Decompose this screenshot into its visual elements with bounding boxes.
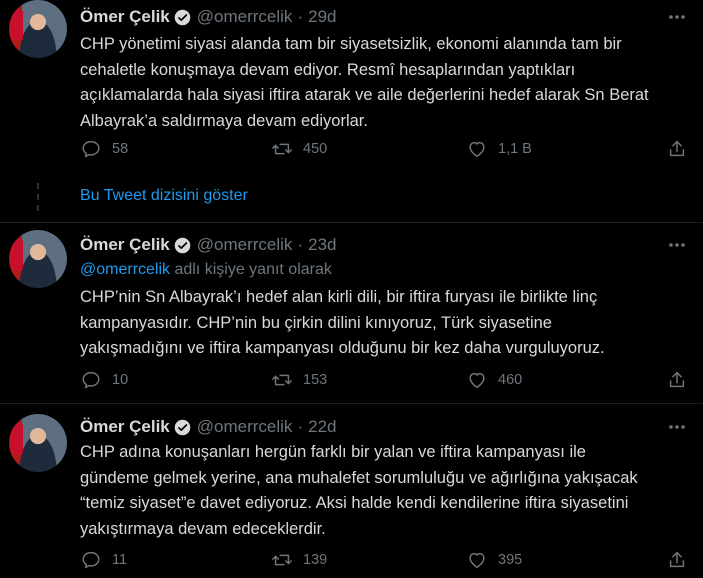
share-icon [669,140,685,157]
verified-badge-icon [174,419,191,436]
like-icon [469,372,485,389]
retweet-icon [272,374,292,386]
tweet-header: Ömer Çelik @omerrcelik · 22d [80,415,336,439]
tweet-actions: 58 450 1,1 B [80,137,690,161]
thread-line [37,183,39,189]
retweet-count: 450 [303,141,328,157]
timestamp[interactable]: 29d [308,7,336,27]
tweet-header: Ömer Çelik @omerrcelik · 23d [80,233,336,257]
timestamp[interactable]: 23d [308,235,336,255]
thread-line [37,205,39,211]
like-icon [469,552,485,569]
separator: · [297,417,304,436]
replying-suffix: adlı kişiye yanıt olarak [170,261,332,278]
author-handle[interactable]: @omerrcelik [197,417,293,437]
timestamp[interactable]: 22d [308,417,336,437]
verified-badge-icon [174,9,191,26]
tweet-text: CHP’nin Sn Albayrak’ı hedef alan kirli d… [80,288,605,358]
like-button[interactable]: 1,1 B [466,137,532,161]
separator: · [297,235,304,254]
like-button[interactable]: 460 [466,368,522,392]
author-handle[interactable]: @omerrcelik [197,235,293,255]
tweet-text: CHP yönetimi siyasi alanda tam bir siyas… [80,35,649,130]
like-icon [469,141,485,158]
share-icon [669,551,685,568]
replying-mention-link[interactable]: @omerrcelik [80,261,170,278]
reply-button[interactable]: 11 [80,548,127,572]
like-count: 460 [498,372,523,388]
more-dots-icon[interactable] [667,235,687,255]
like-button[interactable]: 395 [466,548,522,572]
reply-button[interactable]: 58 [80,137,128,161]
separator: · [297,7,304,26]
verified-badge-icon [174,237,191,254]
reply-icon [82,371,100,389]
author-handle[interactable]: @omerrcelik [197,7,293,27]
divider [0,403,703,404]
retweet-button[interactable]: 450 [271,137,327,161]
retweet-button[interactable]: 153 [271,368,327,392]
retweet-count: 153 [303,372,328,388]
retweet-button[interactable]: 139 [271,548,327,572]
show-thread-link[interactable]: Bu Tweet dizisini göster [80,187,248,205]
more-dots-icon[interactable] [667,417,687,437]
avatar[interactable] [9,414,67,472]
share-button[interactable] [666,368,698,392]
share-button[interactable] [666,548,698,572]
avatar[interactable] [9,0,67,58]
like-count: 1,1 B [498,141,532,157]
share-button[interactable] [666,137,698,161]
tweet-actions: 10 153 460 [80,368,690,392]
thread-line [37,194,39,200]
author-name[interactable]: Ömer Çelik [80,417,170,437]
author-name[interactable]: Ömer Çelik [80,235,170,255]
replying-to: @omerrcelik adlı kişiye yanıt olarak [80,261,332,279]
tweet-actions: 11 139 395 [80,548,690,572]
tweet-header: Ömer Çelik @omerrcelik · 29d [80,5,336,29]
more-dots-icon[interactable] [667,7,687,27]
reply-count: 10 [112,372,129,388]
tweet-text: CHP adına konuşanları hergün farklı bir … [80,443,638,538]
reply-count: 11 [112,552,128,568]
reply-icon [82,140,100,158]
retweet-count: 139 [303,552,328,568]
reply-icon [82,551,100,569]
avatar[interactable] [9,230,67,288]
share-icon [669,371,685,388]
like-count: 395 [498,552,523,568]
author-name[interactable]: Ömer Çelik [80,7,170,27]
reply-button[interactable]: 10 [80,368,128,392]
retweet-icon [272,554,292,566]
reply-count: 58 [112,141,129,157]
retweet-icon [272,143,292,155]
divider [0,222,703,223]
